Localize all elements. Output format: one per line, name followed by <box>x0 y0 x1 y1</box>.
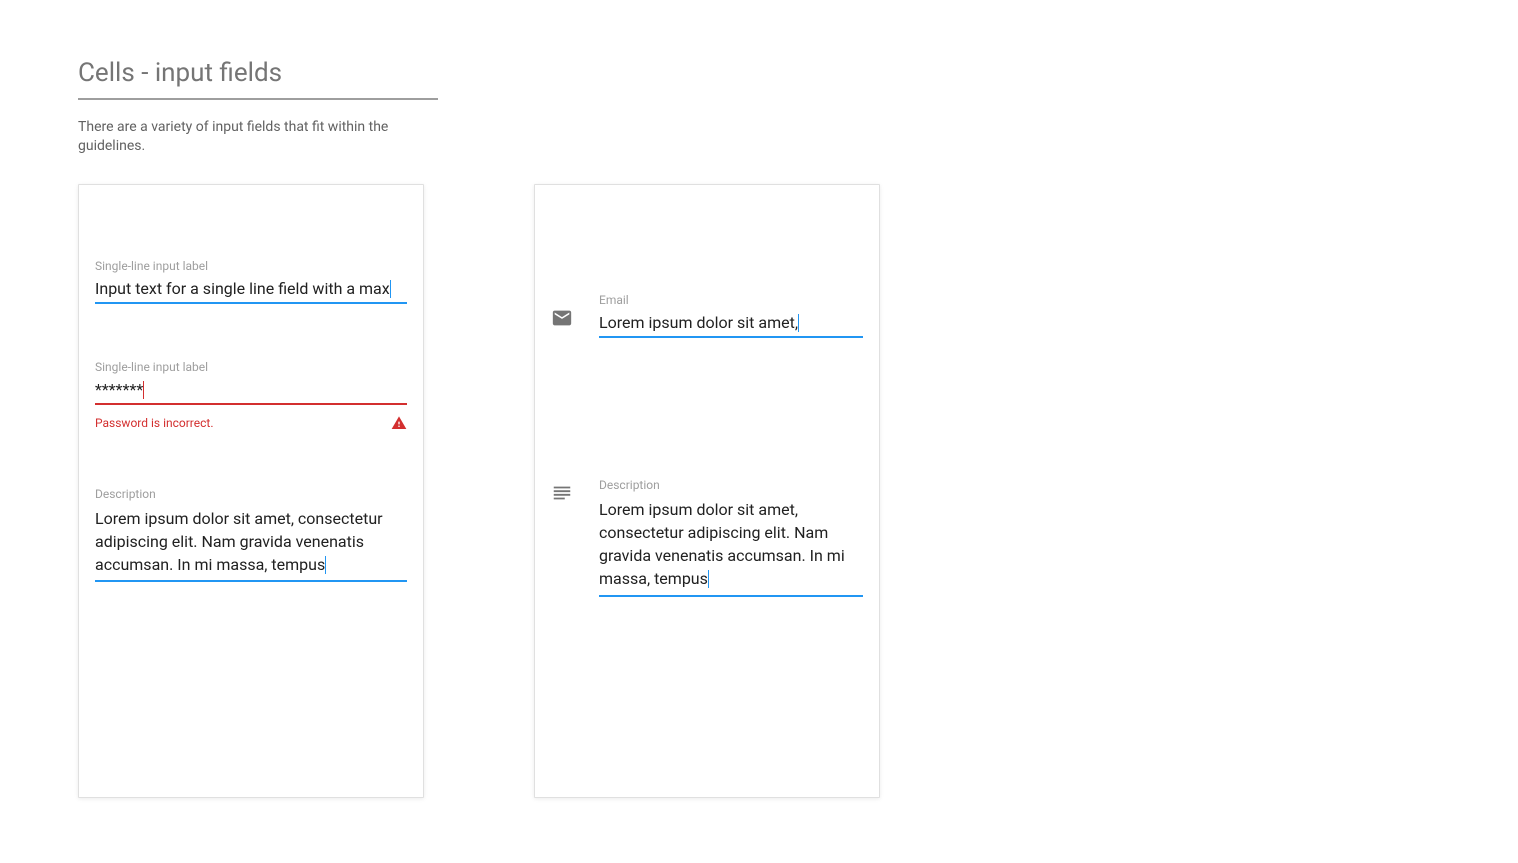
email-label: Email <box>599 293 863 307</box>
field-description-right: Description Lorem ipsum dolor sit amet, … <box>599 478 863 597</box>
email-icon <box>551 307 573 329</box>
field-email: Email Lorem ipsum dolor sit amet, <box>599 293 863 338</box>
field-password: Single-line input label ******* Password… <box>95 360 407 431</box>
description-value: Lorem ipsum dolor sit amet, consectetur … <box>95 509 383 574</box>
description-input[interactable]: Lorem ipsum dolor sit amet, consectetur … <box>95 505 407 583</box>
error-text: Password is incorrect. <box>95 416 214 430</box>
page-title: Cells - input fields <box>78 58 438 100</box>
single-line-label: Single-line input label <box>95 259 407 273</box>
cards-container: Single-line input label Input text for a… <box>78 184 1518 798</box>
password-input[interactable]: ******* <box>95 378 407 405</box>
description-right-value: Lorem ipsum dolor sit amet, consectetur … <box>599 500 845 589</box>
email-value: Lorem ipsum dolor sit amet, <box>599 313 798 332</box>
text-cursor <box>708 570 709 588</box>
text-cursor <box>798 314 799 332</box>
card-left: Single-line input label Input text for a… <box>78 184 424 798</box>
single-line-input[interactable]: Input text for a single line field with … <box>95 277 407 304</box>
error-line: Password is incorrect. <box>95 415 407 431</box>
field-description: Description Lorem ipsum dolor sit amet, … <box>95 487 407 583</box>
single-line-value: Input text for a single line field with … <box>95 279 390 298</box>
text-lines-icon <box>551 482 573 504</box>
description-right-input[interactable]: Lorem ipsum dolor sit amet, consectetur … <box>599 496 863 597</box>
field-single-line: Single-line input label Input text for a… <box>95 259 407 304</box>
description-right-label: Description <box>599 478 863 492</box>
password-label: Single-line input label <box>95 360 407 374</box>
page-root: Cells - input fields There are a variety… <box>0 0 1518 798</box>
warning-icon <box>391 415 407 431</box>
description-label: Description <box>95 487 407 501</box>
card-right: Email Lorem ipsum dolor sit amet, Descri… <box>534 184 880 798</box>
email-input[interactable]: Lorem ipsum dolor sit amet, <box>599 311 863 338</box>
page-subtitle: There are a variety of input fields that… <box>78 118 418 156</box>
text-cursor <box>143 381 144 399</box>
text-cursor <box>325 556 326 574</box>
text-cursor <box>390 280 391 298</box>
password-value: ******* <box>95 380 143 399</box>
